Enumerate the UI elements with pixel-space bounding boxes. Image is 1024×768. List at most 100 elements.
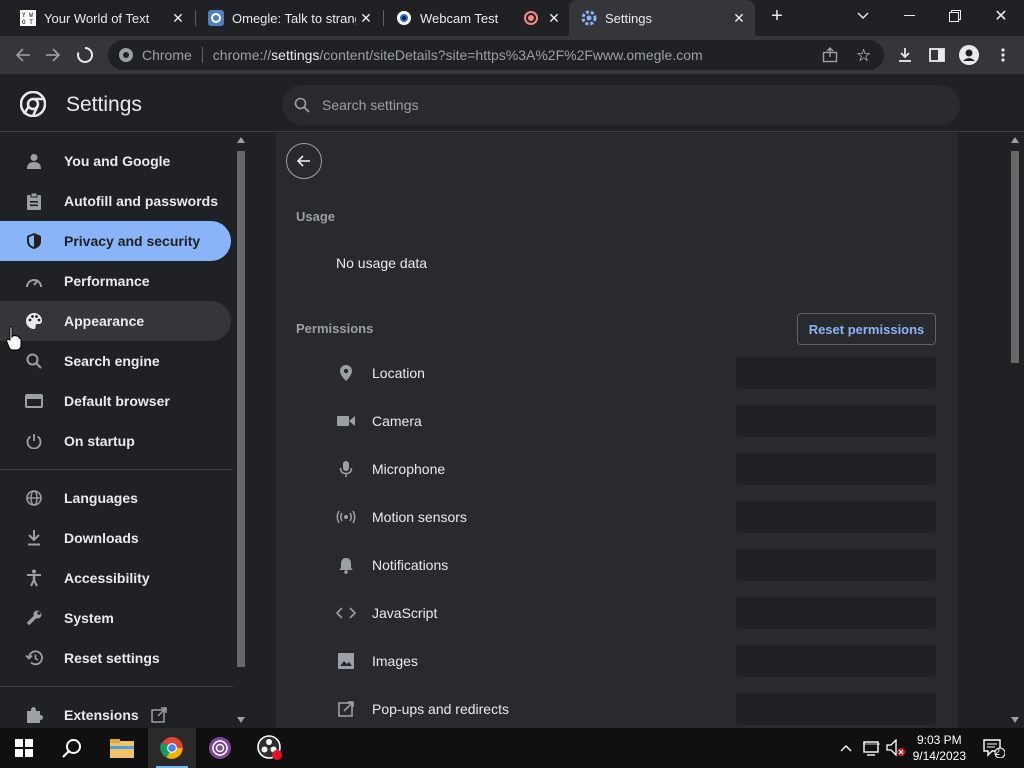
tab-title: Webcam Test xyxy=(420,10,499,26)
code-icon xyxy=(336,603,356,623)
javascript-permission-select[interactable] xyxy=(736,597,936,629)
chevron-up-icon[interactable] xyxy=(834,728,858,768)
sidebar-item-privacy[interactable]: Privacy and security xyxy=(0,221,231,261)
settings-favicon-icon xyxy=(581,10,597,26)
location-permission-select[interactable] xyxy=(736,357,936,389)
reset-permissions-button[interactable]: Reset permissions xyxy=(797,313,936,345)
speedometer-icon xyxy=(24,271,44,291)
sidebar-item-search-engine[interactable]: Search engine xyxy=(0,341,231,381)
site-details-card: Usage No usage data Permissions Reset pe… xyxy=(276,133,958,728)
forward-arrow-icon[interactable] xyxy=(38,36,68,74)
chevron-down-icon[interactable] xyxy=(840,0,886,32)
address-bar[interactable]: Chrome chrome://settings/content/siteDet… xyxy=(108,40,884,70)
kebab-menu-icon[interactable] xyxy=(988,36,1018,74)
back-button[interactable] xyxy=(286,143,322,179)
webcam-favicon-icon xyxy=(396,10,412,26)
loading-spinner-icon[interactable] xyxy=(70,36,100,74)
search-input[interactable] xyxy=(322,97,922,113)
scroll-up-arrow-icon[interactable] xyxy=(1011,137,1019,143)
history-icon xyxy=(24,648,44,668)
minimize-icon[interactable] xyxy=(886,0,932,32)
tab-strip: Y WO T Your World of Text ✕ Omegle: Talk… xyxy=(0,0,1024,36)
windows-taskbar: 9:03 PM 9/14/2023 2 xyxy=(0,728,1024,768)
sidebar-item-reset-settings[interactable]: Reset settings xyxy=(0,638,231,678)
sidebar-item-on-startup[interactable]: On startup xyxy=(0,421,231,461)
images-permission-select[interactable] xyxy=(736,645,936,677)
close-tab-icon[interactable]: ✕ xyxy=(356,10,376,27)
tab-omegle[interactable]: Omegle: Talk to strangers! ✕ xyxy=(196,0,382,36)
profile-avatar-icon[interactable] xyxy=(954,36,984,74)
site-label: Chrome xyxy=(142,47,192,63)
permission-row-microphone: Microphone xyxy=(276,445,958,493)
chrome-taskbar-icon[interactable] xyxy=(148,728,196,768)
tab-settings[interactable]: Settings ✕ xyxy=(569,0,755,36)
scroll-down-arrow-icon[interactable] xyxy=(237,717,245,723)
taskbar-clock[interactable]: 9:03 PM 9/14/2023 xyxy=(913,732,966,764)
main-scrollbar[interactable] xyxy=(1006,133,1024,728)
sidebar-item-extensions[interactable]: Extensions xyxy=(0,695,231,728)
tab-webcam-test[interactable]: Webcam Test ✕ xyxy=(384,0,570,36)
browser-toolbar: Chrome chrome://settings/content/siteDet… xyxy=(0,36,1024,74)
back-arrow-icon xyxy=(296,155,310,167)
search-icon[interactable] xyxy=(48,728,96,768)
sidebar-item-label: Search engine xyxy=(64,353,160,369)
windows-start-icon[interactable] xyxy=(0,728,48,768)
back-arrow-icon[interactable] xyxy=(8,36,38,74)
sidebar-item-label: Privacy and security xyxy=(64,233,201,249)
scrollbar-thumb[interactable] xyxy=(237,151,245,667)
url-path: /content/siteDetails?site=https%3A%2F%2F… xyxy=(319,47,703,63)
sidebar-item-you-and-google[interactable]: You and Google xyxy=(0,141,231,181)
close-icon[interactable]: ✕ xyxy=(978,0,1024,32)
obs-recording-icon[interactable] xyxy=(246,728,294,768)
sidebar-item-languages[interactable]: Languages xyxy=(0,478,231,518)
permission-row-images: Images xyxy=(276,637,958,685)
sidebar-item-accessibility[interactable]: Accessibility xyxy=(0,558,231,598)
camera-permission-select[interactable] xyxy=(736,405,936,437)
sidebar-item-appearance[interactable]: Appearance xyxy=(0,301,231,341)
microphone-permission-select[interactable] xyxy=(736,453,936,485)
url-scheme: chrome:// xyxy=(212,47,272,63)
close-tab-icon[interactable]: ✕ xyxy=(729,10,749,27)
notification-center-icon[interactable]: 2 xyxy=(976,728,1012,768)
search-icon xyxy=(294,97,310,113)
sidebar-scrollbar[interactable] xyxy=(233,133,249,728)
side-panel-icon[interactable] xyxy=(922,36,952,74)
popups-permission-select[interactable] xyxy=(736,693,936,725)
text-favicon-icon: Y WO T xyxy=(20,10,36,26)
sidebar-item-label: Reset settings xyxy=(64,650,160,666)
scroll-up-arrow-icon[interactable] xyxy=(237,137,245,143)
settings-search[interactable] xyxy=(282,85,960,125)
tab-your-world-of-text[interactable]: Y WO T Your World of Text ✕ xyxy=(8,0,194,36)
sidebar-item-system[interactable]: System xyxy=(0,598,231,638)
close-tab-icon[interactable]: ✕ xyxy=(168,10,188,27)
share-icon[interactable] xyxy=(822,47,838,66)
sidebar-item-performance[interactable]: Performance xyxy=(0,261,231,301)
motion-sensors-permission-select[interactable] xyxy=(736,501,936,533)
open-in-new-icon xyxy=(150,707,167,723)
download-icon[interactable] xyxy=(890,36,920,74)
file-explorer-icon[interactable] xyxy=(98,728,146,768)
sidebar-item-autofill[interactable]: Autofill and passwords xyxy=(0,181,231,221)
url-text: chrome://settings/content/siteDetails?si… xyxy=(213,47,703,63)
sidebar-item-label: Default browser xyxy=(64,393,170,409)
sidebar-item-downloads[interactable]: Downloads xyxy=(0,518,231,558)
close-tab-icon[interactable]: ✕ xyxy=(544,10,564,27)
palette-icon xyxy=(24,311,44,331)
network-icon[interactable] xyxy=(860,728,884,768)
sidebar-item-default-browser[interactable]: Default browser xyxy=(0,381,231,421)
scrollbar-thumb[interactable] xyxy=(1011,151,1019,363)
permission-row-motion-sensors: Motion sensors xyxy=(276,493,958,541)
scroll-down-arrow-icon[interactable] xyxy=(1011,717,1019,723)
bookmark-star-icon[interactable]: ☆ xyxy=(856,46,871,66)
volume-muted-icon[interactable] xyxy=(884,728,908,768)
svg-text:O T: O T xyxy=(22,19,33,26)
page-title: Settings xyxy=(66,93,142,116)
plus-icon[interactable]: + xyxy=(762,0,792,32)
tor-browser-icon[interactable] xyxy=(196,728,244,768)
sidebar-item-label: System xyxy=(64,610,114,626)
restore-icon[interactable] xyxy=(932,0,978,32)
usage-heading: Usage xyxy=(296,209,336,224)
settings-header: Settings xyxy=(0,74,1024,132)
notifications-permission-select[interactable] xyxy=(736,549,936,581)
clock-date: 9/14/2023 xyxy=(912,749,966,763)
